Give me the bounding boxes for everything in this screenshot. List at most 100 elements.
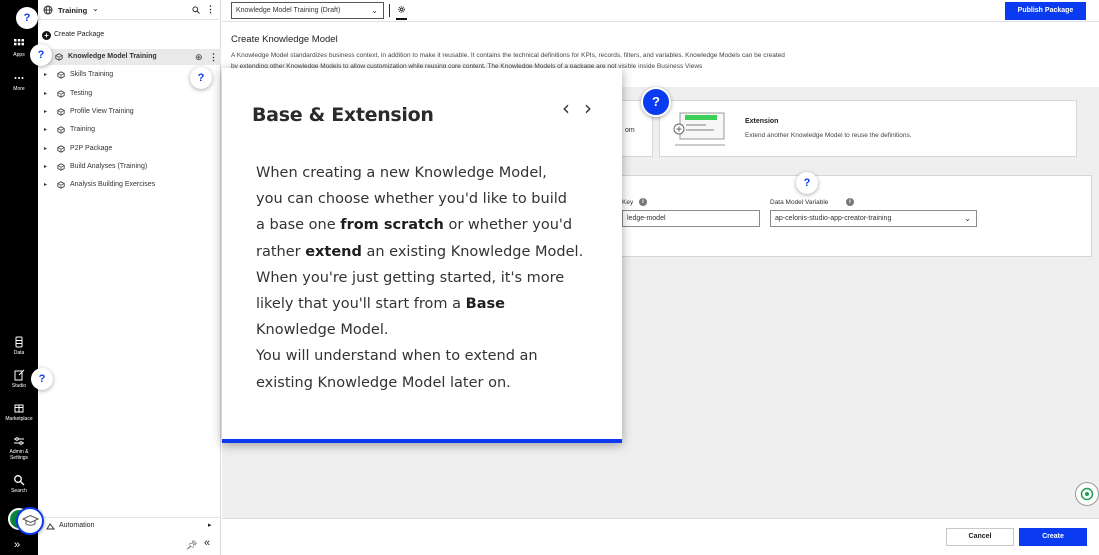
cancel-button[interactable]: Cancel <box>946 528 1014 546</box>
key-input[interactable]: ledge-model <box>622 210 760 227</box>
page-title: Create Knowledge Model <box>231 34 338 45</box>
globe-icon <box>43 5 53 15</box>
left-nav-rail: Apps More Data Studio Marketplace Admin … <box>0 0 38 555</box>
tree-item-label: Knowledge Model Training <box>68 53 157 60</box>
search-icon[interactable] <box>192 6 200 14</box>
tooltip-line: rather extend an existing Knowledge Mode… <box>256 239 601 265</box>
tree-item[interactable]: ▸ P2P Package <box>38 141 221 157</box>
rail-more[interactable]: More <box>0 72 38 92</box>
tree-item[interactable]: ▸ Profile View Training <box>38 104 221 120</box>
tree-item-selected[interactable]: ▾Knowledge Model Training⊕⋮ <box>38 49 221 65</box>
pin-icon[interactable]: 📌︎ <box>186 540 197 551</box>
rail-marketplace[interactable]: Marketplace <box>0 402 38 422</box>
caret-right-icon[interactable]: ▸ <box>44 122 47 138</box>
data-model-variable-select[interactable]: ap-celonis-studio-app-creator-training ⌄ <box>770 210 977 227</box>
help-hotspot-active-icon[interactable]: ? <box>641 87 671 117</box>
tree-item-label: Training <box>70 126 96 134</box>
publish-package-button[interactable]: Publish Package <box>1005 2 1086 20</box>
caret-right-icon[interactable]: ▸ <box>44 86 47 102</box>
caret-right-icon[interactable]: ▸ <box>44 159 47 175</box>
sidebar-menu-icon[interactable]: ⋮ <box>206 4 215 15</box>
automation-section[interactable]: Automation ▸ <box>38 517 221 534</box>
tooltip-line: When you're just getting started, it's m… <box>256 269 565 286</box>
apps-grid-icon <box>14 39 24 46</box>
admin-settings-icon <box>14 437 24 445</box>
knowledge-model-icon <box>57 89 65 98</box>
tooltip-text: or whether you'd <box>443 217 573 234</box>
caret-right-icon: ▸ <box>208 522 212 529</box>
assistant-icon <box>1080 487 1094 501</box>
extension-option-card[interactable]: Extension Extend another Knowledge Model… <box>659 100 1077 157</box>
settings-gear-icon[interactable] <box>397 5 406 14</box>
toolbar-divider <box>389 4 390 17</box>
tooltip-text: likely that you'll start from a <box>256 296 466 313</box>
key-label: Key <box>622 199 634 206</box>
tree-item[interactable]: ▸ Analysis Building Exercises <box>38 177 221 193</box>
form-footer: Cancel Create <box>222 518 1099 555</box>
tooltip-next-icon[interactable]: › <box>584 96 592 120</box>
collapse-sidebar-icon[interactable]: « <box>204 537 210 549</box>
rail-more-label: More <box>13 86 25 92</box>
add-item-icon[interactable]: ⊕ <box>195 49 203 65</box>
more-dots-icon <box>14 77 24 79</box>
academy-launcher[interactable] <box>16 507 44 535</box>
caret-right-icon[interactable]: ▸ <box>44 104 47 120</box>
rail-settings-label: Settings <box>9 455 29 461</box>
graduation-cap-icon <box>22 514 39 526</box>
help-hotspot-icon[interactable]: ? <box>31 368 53 390</box>
space-name[interactable]: Training <box>58 6 87 15</box>
knowledge-model-icon <box>57 163 65 171</box>
tree-item-label: Build Analyses (Training) <box>70 162 148 170</box>
tooltip-emphasis: from scratch <box>340 217 444 234</box>
tooltip-line: a base one from scratch or whether you'd <box>256 212 601 238</box>
tree-item-label: Analysis Building Exercises <box>70 181 156 189</box>
rail-marketplace-label: Marketplace <box>5 416 33 422</box>
create-package-label: Create Package <box>54 31 105 38</box>
info-icon[interactable]: i <box>846 198 854 206</box>
knowledge-model-icon <box>57 108 65 116</box>
tree-item-label: Profile View Training <box>70 107 134 115</box>
info-icon[interactable]: i <box>639 198 647 206</box>
create-package-button[interactable]: + Create Package <box>38 29 221 43</box>
rail-data-label: Data <box>13 350 25 356</box>
create-button[interactable]: Create <box>1019 528 1087 546</box>
package-version-value: Knowledge Model Training (Draft) <box>236 7 341 14</box>
tree-item-label: Testing <box>70 89 93 97</box>
caret-right-icon[interactable]: ▸ <box>44 67 47 83</box>
data-icon <box>15 336 23 348</box>
caret-right-icon[interactable]: ▸ <box>44 141 47 157</box>
tooltip-text: rather <box>256 243 306 260</box>
top-toolbar: Knowledge Model Training (Draft) ⌄ Publi… <box>222 0 1099 22</box>
sidebar-header: Training ⌄ ⋮ <box>38 0 221 20</box>
package-version-select[interactable]: Knowledge Model Training (Draft) ⌄ <box>231 2 384 19</box>
chevron-down-icon[interactable]: ⌄ <box>92 4 99 13</box>
caret-right-icon[interactable]: ▸ <box>44 177 47 193</box>
tree-item[interactable]: ▸ Testing <box>38 86 221 102</box>
rail-studio-label: Studio <box>11 383 27 389</box>
rail-search[interactable]: Search <box>0 474 38 494</box>
item-menu-icon[interactable]: ⋮ <box>209 49 218 65</box>
knowledge-model-icon <box>57 181 65 189</box>
tooltip-prev-icon[interactable]: ‹ <box>562 96 570 120</box>
tooltip-line: You will understand when to extend an <box>256 348 538 365</box>
expand-rail-icon[interactable]: » <box>14 539 20 551</box>
assistant-launcher[interactable] <box>1075 482 1099 506</box>
tree-item[interactable]: ▸ Build Analyses (Training) <box>38 159 221 175</box>
tooltip-emphasis: Base <box>465 296 505 313</box>
knowledge-model-icon <box>57 126 65 134</box>
rail-search-label: Search <box>11 488 27 494</box>
knowledge-model-icon <box>57 71 65 80</box>
help-hotspot-icon[interactable]: ? <box>16 7 38 29</box>
help-hotspot-icon[interactable]: ? <box>796 172 818 194</box>
rail-admin-settings[interactable]: Admin & Settings <box>0 435 38 461</box>
tree-item[interactable]: ▸ Training <box>38 122 221 138</box>
tooltip-text: a base one <box>256 217 341 234</box>
search-icon <box>14 475 25 486</box>
help-hotspot-icon[interactable]: ? <box>190 67 212 89</box>
help-hotspot-icon[interactable]: ? <box>30 44 52 66</box>
knowledge-model-icon <box>57 144 65 153</box>
chevron-down-icon: ⌄ <box>964 214 971 223</box>
tooltip-line: Knowledge Model. <box>256 322 389 339</box>
dmv-value: ap-celonis-studio-app-creator-training <box>775 215 892 222</box>
rail-data[interactable]: Data <box>0 336 38 356</box>
